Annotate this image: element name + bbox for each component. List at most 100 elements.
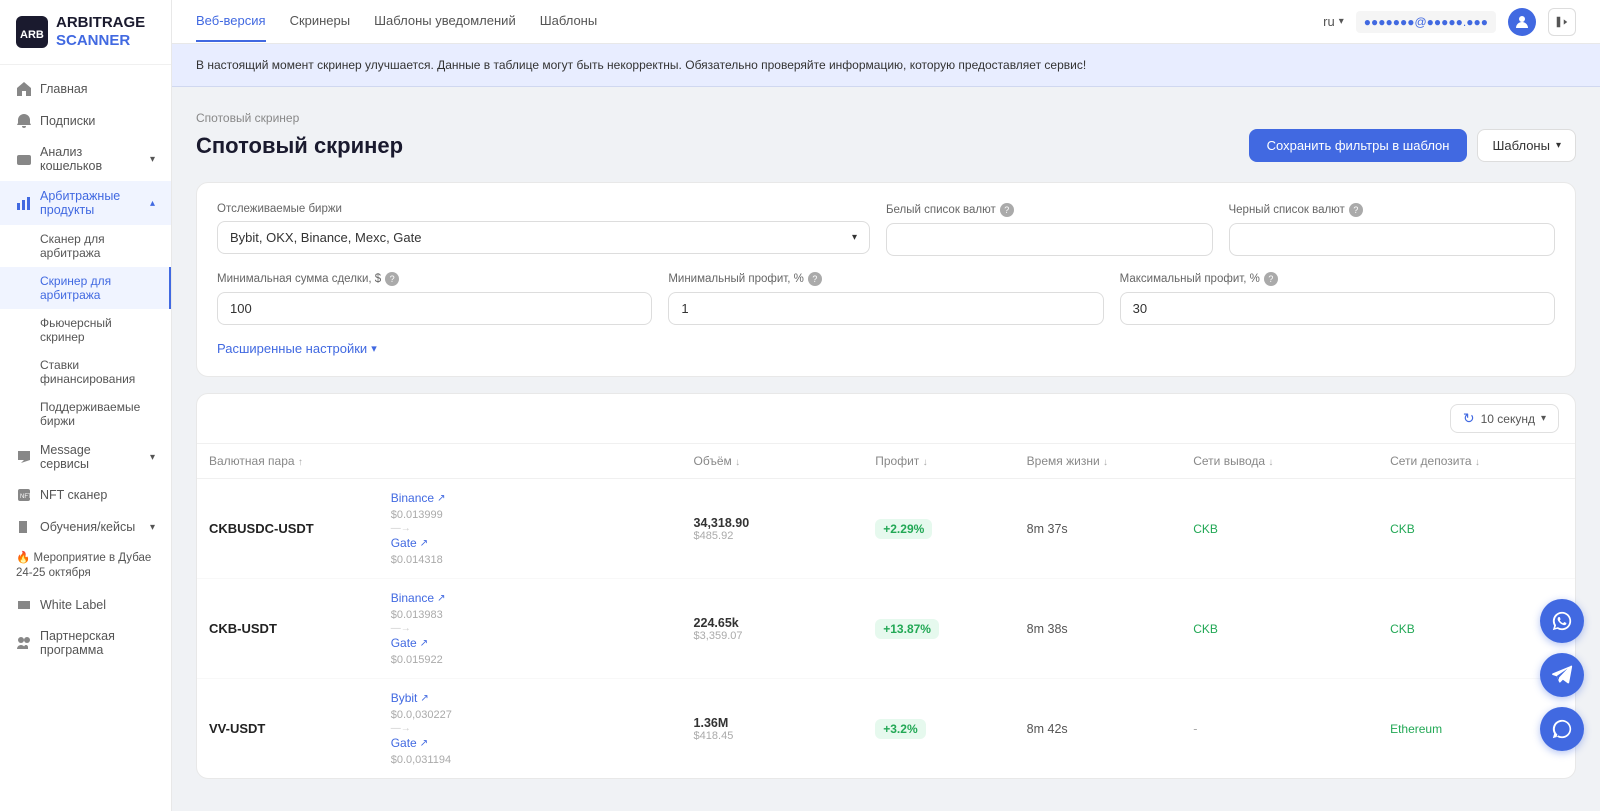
- time-cell-0: 8m 37s: [1015, 479, 1182, 579]
- deposit-net-0: CKB: [1390, 522, 1415, 536]
- withdraw-dash-2: -: [1193, 722, 1197, 736]
- sidebar-item-home[interactable]: Главная: [0, 73, 171, 105]
- sidebar-item-home-label: Главная: [40, 82, 88, 96]
- sidebar-item-arbitrage-products[interactable]: Арбитражные продукты ▴: [0, 181, 171, 225]
- volume-main-0: 34,318.90: [694, 516, 852, 530]
- sidebar-item-whitelabel[interactable]: White Label: [0, 589, 171, 621]
- message-chevron: ▾: [150, 452, 155, 463]
- blacklist-input[interactable]: [1229, 223, 1556, 256]
- exchanges-select[interactable]: Bybit, OKX, Binance, Mexc, Gate ▾: [217, 221, 870, 254]
- buy-exchange-link-2[interactable]: Bybit ↗: [391, 691, 429, 705]
- sell-price-2: $0.0,031194: [391, 754, 670, 766]
- exchange-cell-0: Binance ↗ $0.013999 —→ Gate ↗ $0.014318: [379, 479, 682, 579]
- logo-icon: ARB: [16, 16, 48, 48]
- pair-cell-0: CKBUSDC-USDT: [197, 479, 379, 579]
- buy-price-0: $0.013999: [391, 509, 670, 521]
- sell-exchange-link-0[interactable]: Gate ↗: [391, 536, 428, 550]
- lang-selector[interactable]: ru ▾: [1323, 14, 1344, 29]
- logout-icon: [1555, 15, 1569, 29]
- min-sum-info-icon[interactable]: ?: [385, 272, 399, 286]
- home-icon: [16, 81, 32, 97]
- filter-min-sum: Минимальная сумма сделки, $ ?: [217, 272, 652, 325]
- telegram-btn[interactable]: [1540, 653, 1584, 697]
- buy-price-1: $0.013983: [391, 609, 670, 621]
- withdraw-cell-0: CKB: [1181, 479, 1378, 579]
- sidebar-item-dubai[interactable]: 🔥 Мероприятие в Дубае 24-25 октября: [0, 543, 171, 589]
- sidebar-item-screener[interactable]: Скринер для арбитража: [0, 267, 171, 309]
- col-header-volume[interactable]: Объём ↓: [682, 444, 864, 479]
- max-profit-label: Максимальный профит, % ?: [1120, 272, 1555, 286]
- whatsapp-btn[interactable]: [1540, 599, 1584, 643]
- max-profit-info-icon[interactable]: ?: [1264, 272, 1278, 286]
- sidebar-item-subscriptions-label: Подписки: [40, 114, 95, 128]
- col-header-time[interactable]: Время жизни ↓: [1015, 444, 1182, 479]
- refresh-button[interactable]: ↻ 10 секунд ▾: [1450, 404, 1559, 433]
- table-header-row: Валютная пара ↑ Объём ↓ Профит ↓: [197, 444, 1575, 479]
- buy-exchange-link-0[interactable]: Binance ↗: [391, 491, 446, 505]
- topbar-link-screeners[interactable]: Скринеры: [290, 1, 351, 42]
- label-icon: [16, 597, 32, 613]
- deposit-sort-icon: ↓: [1475, 457, 1480, 468]
- save-filters-button[interactable]: Сохранить фильтры в шаблон: [1249, 129, 1468, 162]
- table-header-bar: ↻ 10 секунд ▾: [197, 394, 1575, 444]
- sidebar-item-wallets[interactable]: Анализ кошельков ▾: [0, 137, 171, 181]
- sidebar-item-supported-exchanges[interactable]: Поддерживаемые биржи: [0, 393, 171, 435]
- col-header-deposit[interactable]: Сети депозита ↓: [1378, 444, 1575, 479]
- time-val-2: 8m 42s: [1027, 722, 1068, 736]
- col-header-pair[interactable]: Валютная пара ↑: [197, 444, 379, 479]
- topbar-link-templates[interactable]: Шаблоны: [540, 1, 598, 42]
- user-avatar[interactable]: [1508, 8, 1536, 36]
- svg-text:NFT: NFT: [20, 494, 32, 500]
- page-title-row: Спотовый скринер Сохранить фильтры в шаб…: [196, 129, 1576, 162]
- sidebar-item-scanner[interactable]: Сканер для арбитража: [0, 225, 171, 267]
- exchanges-chevron: ▾: [852, 232, 857, 243]
- sidebar-item-subscriptions[interactable]: Подписки: [0, 105, 171, 137]
- float-buttons: [1540, 599, 1584, 751]
- sidebar-item-partner-label: Партнерская программа: [40, 629, 155, 657]
- topbar-link-web[interactable]: Веб-версия: [196, 1, 266, 42]
- templates-button[interactable]: Шаблоны ▾: [1477, 129, 1576, 162]
- sell-exchange-link-1[interactable]: Gate ↗: [391, 636, 428, 650]
- table-body: CKBUSDC-USDT Binance ↗ $0.013999 —→ Gate…: [197, 479, 1575, 779]
- buy-exchange-link-1[interactable]: Binance ↗: [391, 591, 446, 605]
- max-profit-input[interactable]: [1120, 292, 1555, 325]
- volume-sub-1: $3,359.07: [694, 630, 852, 642]
- whitelist-info-icon[interactable]: ?: [1000, 203, 1014, 217]
- sidebar-item-nft[interactable]: NFT NFT сканер: [0, 479, 171, 511]
- chat-icon: [1551, 718, 1573, 740]
- logout-button[interactable]: [1548, 8, 1576, 36]
- alert-text: В настоящий момент скринер улучшается. Д…: [196, 58, 1086, 72]
- volume-sub-0: $485.92: [694, 530, 852, 542]
- sidebar-item-partner[interactable]: Партнерская программа: [0, 621, 171, 665]
- withdraw-cell-2: -: [1181, 679, 1378, 779]
- topbar-link-notification-templates[interactable]: Шаблоны уведомлений: [374, 1, 516, 42]
- col-header-withdraw[interactable]: Сети вывода ↓: [1181, 444, 1378, 479]
- pair-cell-1: CKB-USDT: [197, 579, 379, 679]
- blacklist-info-icon[interactable]: ?: [1349, 203, 1363, 217]
- lang-label: ru: [1323, 14, 1335, 29]
- sidebar-item-funding[interactable]: Ставки финансирования: [0, 351, 171, 393]
- col-header-profit[interactable]: Профит ↓: [863, 444, 1014, 479]
- time-cell-2: 8m 42s: [1015, 679, 1182, 779]
- sidebar-item-education[interactable]: Обучения/кейсы ▾: [0, 511, 171, 543]
- advanced-settings-link[interactable]: Расширенные настройки ▾: [217, 341, 1555, 356]
- filter-row-2: Минимальная сумма сделки, $ ? Минимальны…: [217, 272, 1555, 325]
- whitelist-input[interactable]: [886, 223, 1213, 256]
- sidebar-item-futures[interactable]: Фьючерсный скринер: [0, 309, 171, 351]
- exchanges-value: Bybit, OKX, Binance, Mexc, Gate: [230, 230, 421, 245]
- min-sum-input[interactable]: [217, 292, 652, 325]
- min-profit-label: Минимальный профит, % ?: [668, 272, 1103, 286]
- min-profit-info-icon[interactable]: ?: [808, 272, 822, 286]
- deposit-net-1: CKB: [1390, 622, 1415, 636]
- table-row: VV-USDT Bybit ↗ $0.0,030227 —→ Gate ↗ $0…: [197, 679, 1575, 779]
- sidebar-item-message-services[interactable]: Message сервисы ▾: [0, 435, 171, 479]
- exchanges-label: Отслеживаемые биржи: [217, 203, 870, 215]
- sell-exchange-link-2[interactable]: Gate ↗: [391, 736, 428, 750]
- chat-btn[interactable]: [1540, 707, 1584, 751]
- topbar: Веб-версия Скринеры Шаблоны уведомлений …: [172, 0, 1600, 44]
- sell-ext-icon-2: ↗: [420, 738, 428, 749]
- withdraw-sort-icon: ↓: [1268, 457, 1273, 468]
- exchange-cell-1: Binance ↗ $0.013983 —→ Gate ↗ $0.015922: [379, 579, 682, 679]
- min-profit-input[interactable]: [668, 292, 1103, 325]
- volume-cell-1: 224.65k $3,359.07: [682, 579, 864, 679]
